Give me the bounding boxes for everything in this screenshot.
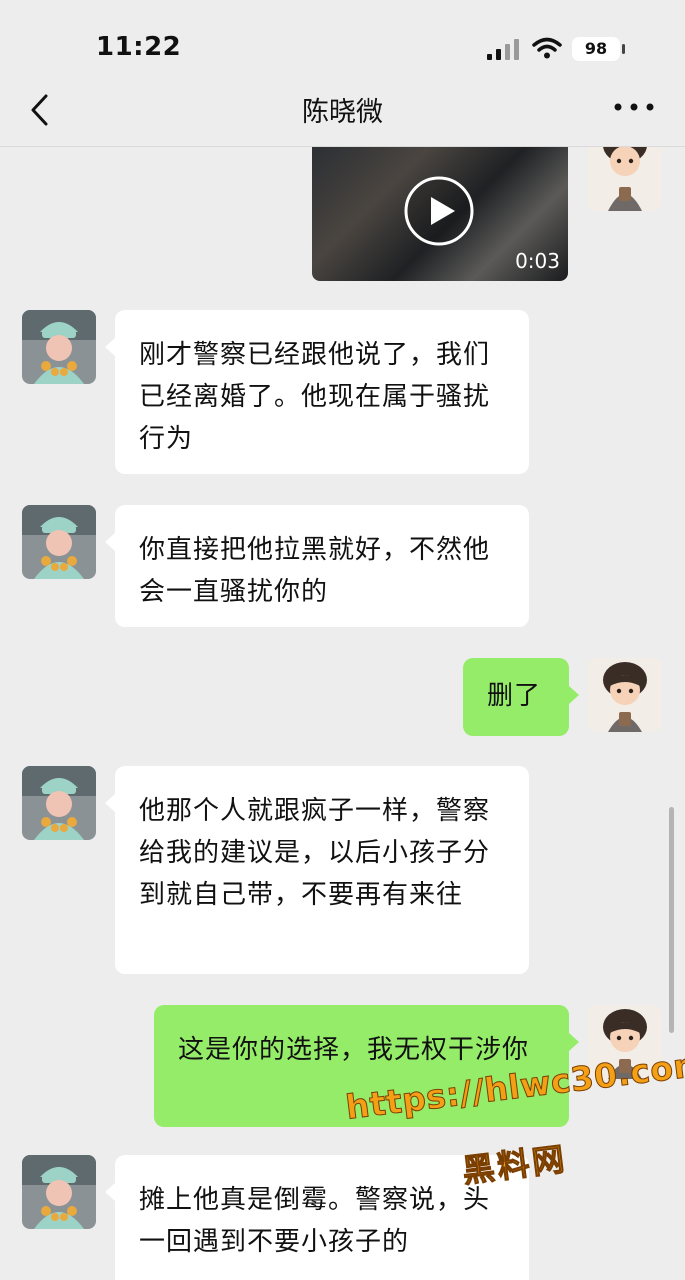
doll-avatar-image [22, 310, 96, 384]
message-text: 你直接把他拉黑就好，不然他会一直骚扰你的 [139, 535, 491, 607]
message-text: 他那个人就跟疯子一样，警察给我的建议是，以后小孩子分到就自己带，不要再有来往 [139, 796, 491, 910]
chat-area[interactable]: 0:03 刚才警察已经跟他说了，我们已经离婚了。他现在属于骚扰行为 你直接把他拉… [0, 147, 685, 1280]
bubble-tail [105, 338, 115, 356]
video-duration: 0:03 [515, 249, 560, 273]
status-bar: 11:22 98 [0, 0, 685, 80]
video-message[interactable]: 0:03 [312, 147, 568, 281]
doll-avatar-image [22, 505, 96, 579]
bubble-tail [105, 533, 115, 551]
bubble-tail [105, 1183, 115, 1201]
nav-bar: 陈晓微 [0, 80, 685, 147]
scrollbar[interactable] [669, 807, 674, 1033]
bubble-tail [569, 1033, 579, 1051]
doll-avatar-image [22, 766, 96, 840]
boy-avatar-image [588, 147, 662, 211]
bubble-tail [105, 794, 115, 812]
message-text: 摊上他真是倒霉。警察说，头一回遇到不要小孩子的 [139, 1185, 491, 1257]
wifi-icon [532, 37, 562, 59]
signal-icon [487, 39, 519, 60]
message-bubble-incoming[interactable]: 他那个人就跟疯子一样，警察给我的建议是，以后小孩子分到就自己带，不要再有来往 [115, 766, 529, 974]
contact-avatar[interactable] [22, 766, 96, 840]
play-icon[interactable] [403, 175, 475, 247]
message-bubble-outgoing[interactable]: 删了 [463, 658, 569, 736]
status-time: 11:22 [96, 32, 182, 62]
my-avatar[interactable] [588, 147, 662, 211]
boy-avatar-image [588, 658, 662, 732]
chat-title: 陈晓微 [302, 97, 383, 128]
contact-avatar[interactable] [22, 310, 96, 384]
message-bubble-incoming[interactable]: 刚才警察已经跟他说了，我们已经离婚了。他现在属于骚扰行为 [115, 310, 529, 474]
battery-icon: 98 [572, 37, 620, 61]
contact-avatar[interactable] [22, 1155, 96, 1229]
message-bubble-incoming[interactable]: 你直接把他拉黑就好，不然他会一直骚扰你的 [115, 505, 529, 627]
message-text: 刚才警察已经跟他说了，我们已经离婚了。他现在属于骚扰行为 [139, 340, 491, 454]
contact-avatar[interactable] [22, 505, 96, 579]
message-text: 删了 [487, 681, 542, 711]
message-text: 这是你的选择，我无权干涉你 [178, 1035, 530, 1065]
bubble-tail [569, 686, 579, 704]
my-avatar[interactable] [588, 658, 662, 732]
battery-nub [622, 44, 625, 54]
more-icon[interactable] [612, 100, 656, 114]
doll-avatar-image [22, 1155, 96, 1229]
